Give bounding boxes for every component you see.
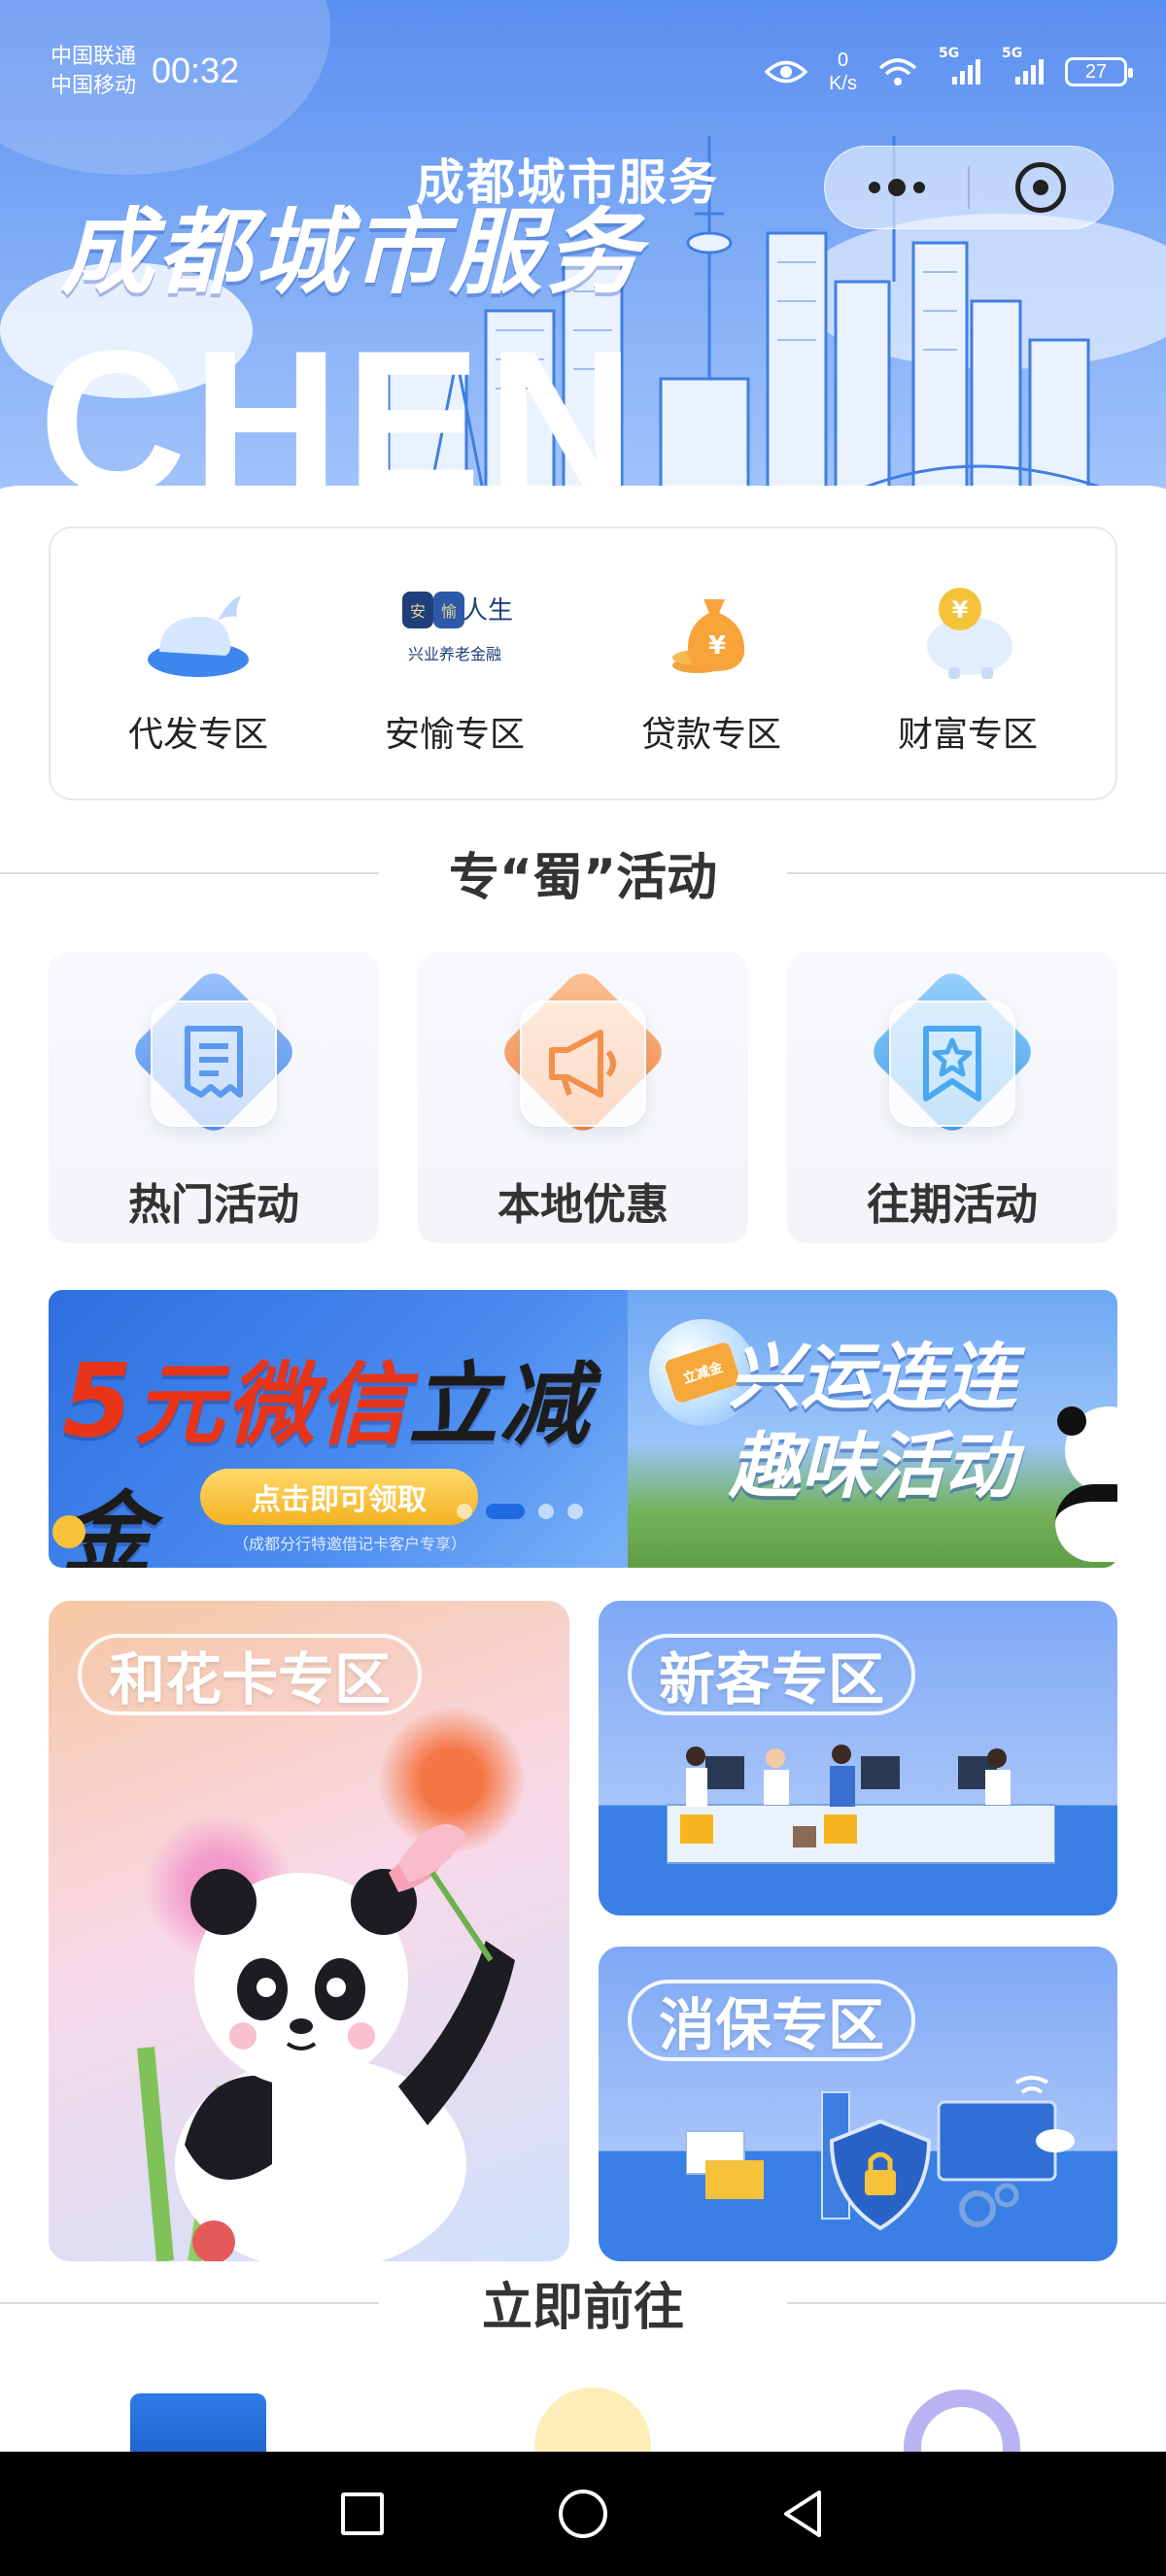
star-badge-icon <box>889 1000 1015 1127</box>
activity-hot[interactable]: 热门活动 <box>49 952 379 1243</box>
section-go-now-header: 立即前往 <box>0 2263 1166 2341</box>
ring-icon <box>904 2390 1020 2452</box>
panda-illustration <box>137 1824 515 2261</box>
carrier-names: 中国联通 中国移动 <box>51 43 136 101</box>
go-now-row <box>49 2370 1117 2452</box>
eye-icon <box>765 60 808 84</box>
gold-coin-icon <box>52 1515 86 1548</box>
section-activities-header: 专“蜀”活动 <box>0 833 1166 911</box>
bank-counter-illustration <box>667 1745 1055 1864</box>
panda-illustration <box>1055 1407 1117 1562</box>
zone-hehua-card[interactable]: 和花卡专区 <box>49 1601 569 2261</box>
security-shield-illustration <box>686 2076 1075 2231</box>
home-button[interactable] <box>544 2475 622 2553</box>
carousel-dot-active[interactable] <box>486 1504 525 1519</box>
more-menu-button[interactable] <box>825 147 968 228</box>
go-now-item-right[interactable] <box>787 2370 1117 2452</box>
battery-indicator: 27 <box>1065 57 1133 86</box>
wifi-icon <box>878 58 917 85</box>
promo-note: （成都分行特邀借记卡客户专享） <box>233 1535 467 1553</box>
anyu-life-logo: 安 愉 人生 兴业养老金融 <box>396 570 513 687</box>
circle-icon <box>558 2490 607 2538</box>
carousel-indicator <box>457 1504 583 1519</box>
money-bag-icon: ¥ <box>653 570 770 687</box>
svg-text:安: 安 <box>410 602 426 621</box>
activity-local-deals[interactable]: 本地优惠 <box>418 952 748 1243</box>
quick-entry-daifa[interactable]: 代发专区 <box>77 570 320 757</box>
carousel-dot[interactable] <box>538 1504 554 1519</box>
status-icons: 0 K/s 5G 5G 27 <box>765 46 1133 95</box>
gold-coin-icon <box>534 2388 651 2452</box>
activity-past[interactable]: 往期活动 <box>787 952 1117 1243</box>
section-title: 立即前往 <box>481 2278 684 2337</box>
svg-text:兴业养老金融: 兴业养老金融 <box>408 645 501 663</box>
zone-title: 消保专区 <box>628 1980 916 2061</box>
clock: 00:32 <box>152 51 240 90</box>
carrier-1: 中国联通 <box>51 45 137 69</box>
target-icon <box>1015 162 1067 213</box>
carrier-2: 中国移动 <box>51 74 137 98</box>
recents-button[interactable] <box>324 2475 401 2553</box>
promo-slide-fun-activity[interactable]: 立减金 兴运连连 趣味活动 <box>628 1290 1117 1568</box>
megaphone-icon <box>520 1000 646 1127</box>
signal-1: 5G <box>939 46 980 85</box>
back-button[interactable] <box>765 2475 842 2553</box>
quick-entry-loan[interactable]: ¥ 贷款专区 <box>590 570 833 757</box>
net-speed: 0 K/s <box>829 50 857 94</box>
whale-icon <box>140 570 257 687</box>
miniprogram-capsule <box>824 146 1114 229</box>
receipt-icon <box>151 1000 277 1127</box>
go-now-item-card[interactable] <box>49 2370 379 2452</box>
promo-slide-wechat-voucher[interactable]: 5元微信立减金 点击即可领取 （成都分行特邀借记卡客户专享） <box>49 1290 628 1568</box>
page-title: 成都城市服务 <box>60 198 643 307</box>
triangle-back-icon <box>783 2491 821 2537</box>
system-nav-bar <box>0 2452 1166 2576</box>
close-miniprogram-button[interactable] <box>970 147 1113 228</box>
zone-consumer-protection-card[interactable]: 消保专区 <box>599 1947 1117 2261</box>
activity-tiles: 热门活动 本地优惠 往期活动 <box>49 952 1117 1243</box>
status-bar: 中国联通 中国移动 00:32 0 K/s 5G 5G 27 <box>0 0 1166 146</box>
zone-title: 和花卡专区 <box>78 1634 423 1715</box>
quick-entry-card: 代发专区 安 愉 人生 兴业养老金融 安愉专区 ¥ 贷款专区 ¥ 财富专区 <box>49 526 1117 800</box>
carousel-dot[interactable] <box>457 1504 472 1519</box>
piggy-bank-icon: ¥ <box>909 570 1026 687</box>
section-title: 专“蜀”活动 <box>448 848 718 907</box>
zone-new-customer-card[interactable]: 新客专区 <box>599 1601 1117 1915</box>
svg-text:愉: 愉 <box>441 602 457 621</box>
svg-text:¥: ¥ <box>952 596 969 624</box>
claim-voucher-button[interactable]: 点击即可领取 <box>200 1469 478 1525</box>
signal-2: 5G <box>1002 46 1044 85</box>
bank-card-icon <box>130 2393 266 2452</box>
quick-entry-anyu[interactable]: 安 愉 人生 兴业养老金融 安愉专区 <box>333 570 576 757</box>
svg-text:人生: 人生 <box>463 596 513 626</box>
quick-entry-wealth[interactable]: ¥ 财富专区 <box>846 570 1089 757</box>
square-icon <box>341 2492 385 2535</box>
zone-title: 新客专区 <box>628 1634 916 1715</box>
go-now-item-mid[interactable] <box>418 2370 748 2452</box>
svg-text:¥: ¥ <box>708 631 726 661</box>
promo-carousel[interactable]: 5元微信立减金 点击即可领取 （成都分行特邀借记卡客户专享） 立减金 兴运连连 … <box>49 1290 1117 1568</box>
carousel-dot[interactable] <box>567 1504 583 1519</box>
